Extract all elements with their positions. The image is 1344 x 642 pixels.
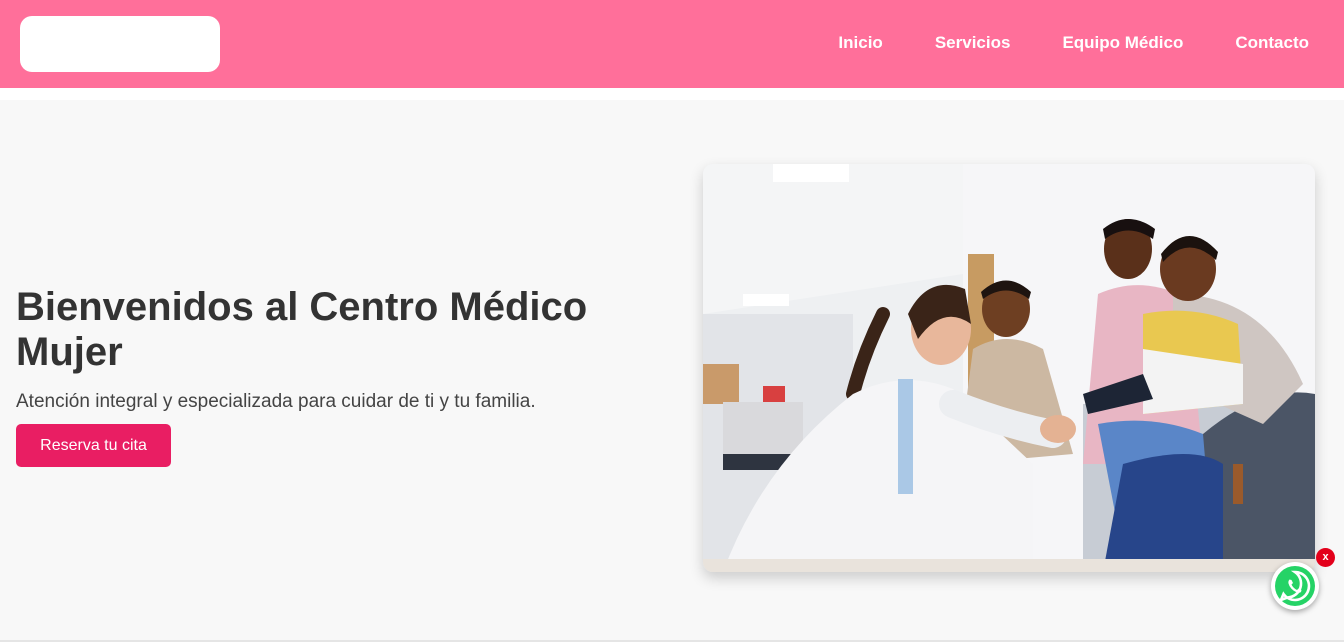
hero-title: Bienvenidos al Centro Médico Mujer: [16, 285, 588, 374]
whatsapp-icon: [1275, 566, 1315, 606]
whatsapp-button[interactable]: [1271, 562, 1319, 610]
close-whatsapp-icon[interactable]: x: [1316, 548, 1335, 567]
logo[interactable]: [20, 16, 220, 72]
hero-subtitle: Atención integral y especializada para c…: [16, 391, 536, 412]
site-header: Inicio Servicios Equipo Médico Contacto: [0, 0, 1344, 88]
book-appointment-button[interactable]: Reserva tu cita: [16, 424, 171, 467]
hero-image: [703, 164, 1315, 572]
header-gap: [0, 88, 1344, 100]
nav-link-equipo-medico[interactable]: Equipo Médico: [1062, 33, 1183, 53]
nav-link-servicios[interactable]: Servicios: [935, 33, 1011, 53]
nav-link-inicio[interactable]: Inicio: [838, 33, 882, 53]
main-nav: Inicio Servicios Equipo Médico Contacto: [786, 33, 1309, 53]
nav-link-contacto[interactable]: Contacto: [1235, 33, 1309, 53]
